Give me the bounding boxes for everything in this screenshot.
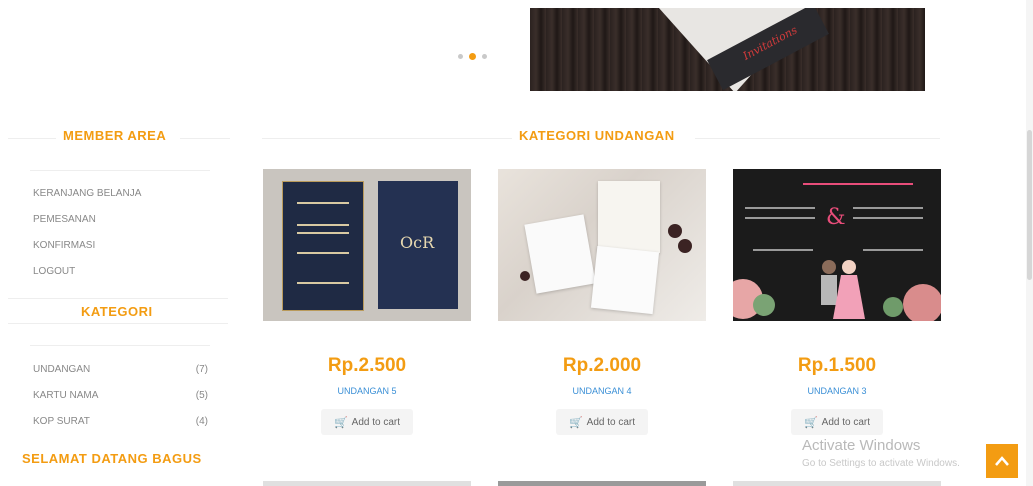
category-name: KOP SURAT — [33, 416, 90, 427]
member-link-pemesanan[interactable]: PEMESANAN — [33, 213, 141, 239]
ampersand-graphic: & — [826, 205, 846, 230]
slider-dots — [458, 53, 487, 60]
member-link-keranjang[interactable]: KERANJANG BELANJA — [33, 187, 141, 213]
divider — [8, 138, 56, 139]
product-card: Rp.2.000 UNDANGAN 4 🛒 Add to cart — [498, 169, 706, 435]
add-to-cart-label: Add to cart — [351, 416, 401, 428]
product-image[interactable] — [498, 169, 706, 321]
category-count: (4) — [195, 416, 208, 427]
product-card: & Rp.1.500 UNDANGAN 3 🛒 Add to cart — [733, 169, 941, 435]
slider-dot[interactable] — [482, 54, 487, 59]
welcome-title: SELAMAT DATANG BAGUS — [22, 451, 202, 466]
member-area-title: MEMBER AREA — [63, 128, 167, 143]
next-product-edge — [498, 481, 706, 486]
divider — [8, 298, 228, 299]
add-to-cart-button[interactable]: 🛒 Add to cart — [556, 409, 648, 435]
category-item-kop-surat[interactable]: KOP SURAT (4) — [33, 416, 208, 427]
divider — [30, 345, 210, 346]
next-product-edge — [733, 481, 941, 486]
product-name-link[interactable]: UNDANGAN 5 — [263, 386, 471, 396]
windows-watermark-subtitle: Go to Settings to activate Windows. — [802, 458, 960, 469]
category-item-kartu-nama[interactable]: KARTU NAMA (5) — [33, 390, 208, 401]
category-name: UNDANGAN — [33, 364, 91, 375]
scrollbar-thumb[interactable] — [1027, 130, 1032, 280]
product-price: Rp.2.000 — [562, 355, 642, 376]
shopping-cart-icon: 🛒 — [333, 416, 348, 429]
chevron-up-icon — [995, 456, 1009, 466]
product-price: Rp.2.500 — [327, 355, 407, 376]
banner-image: Invitations — [530, 8, 925, 91]
product-price: Rp.1.500 — [797, 355, 877, 376]
divider — [8, 323, 228, 324]
divider — [180, 138, 230, 139]
add-to-cart-label: Add to cart — [821, 416, 871, 428]
product-name-link[interactable]: UNDANGAN 4 — [498, 386, 706, 396]
add-to-cart-button[interactable]: 🛒 Add to cart — [321, 409, 413, 435]
product-name-link[interactable]: UNDANGAN 3 — [733, 386, 941, 396]
shopping-cart-icon: 🛒 — [568, 416, 583, 429]
kategori-title: KATEGORI — [81, 304, 153, 319]
windows-watermark-title: Activate Windows — [802, 437, 921, 454]
invitation-monogram: OcR — [400, 233, 435, 252]
category-name: KARTU NAMA — [33, 390, 99, 401]
add-to-cart-button[interactable]: 🛒 Add to cart — [791, 409, 883, 435]
category-count: (7) — [195, 364, 208, 375]
slider-dot[interactable] — [458, 54, 463, 59]
slider-dot-active[interactable] — [469, 53, 476, 60]
product-image[interactable]: & — [733, 169, 941, 321]
divider — [262, 138, 512, 139]
member-link-konfirmasi[interactable]: KONFIRMASI — [33, 239, 141, 265]
kategori-undangan-title: KATEGORI UNDANGAN — [519, 128, 675, 143]
add-to-cart-label: Add to cart — [586, 416, 636, 428]
product-image[interactable]: OcR — [263, 169, 471, 321]
category-count: (5) — [195, 390, 208, 401]
member-links: KERANJANG BELANJA PEMESANAN KONFIRMASI L… — [33, 187, 141, 291]
member-link-logout[interactable]: LOGOUT — [33, 265, 141, 291]
page-scrollbar[interactable] — [1026, 0, 1033, 486]
shopping-cart-icon: 🛒 — [803, 416, 818, 429]
divider — [695, 138, 940, 139]
next-product-edge — [263, 481, 471, 486]
scroll-to-top-button[interactable] — [986, 444, 1018, 478]
product-card: OcR Rp.2.500 UNDANGAN 5 🛒 Add to cart — [263, 169, 471, 435]
couple-illustration — [821, 260, 865, 319]
divider — [30, 170, 210, 171]
category-item-undangan[interactable]: UNDANGAN (7) — [33, 364, 208, 375]
